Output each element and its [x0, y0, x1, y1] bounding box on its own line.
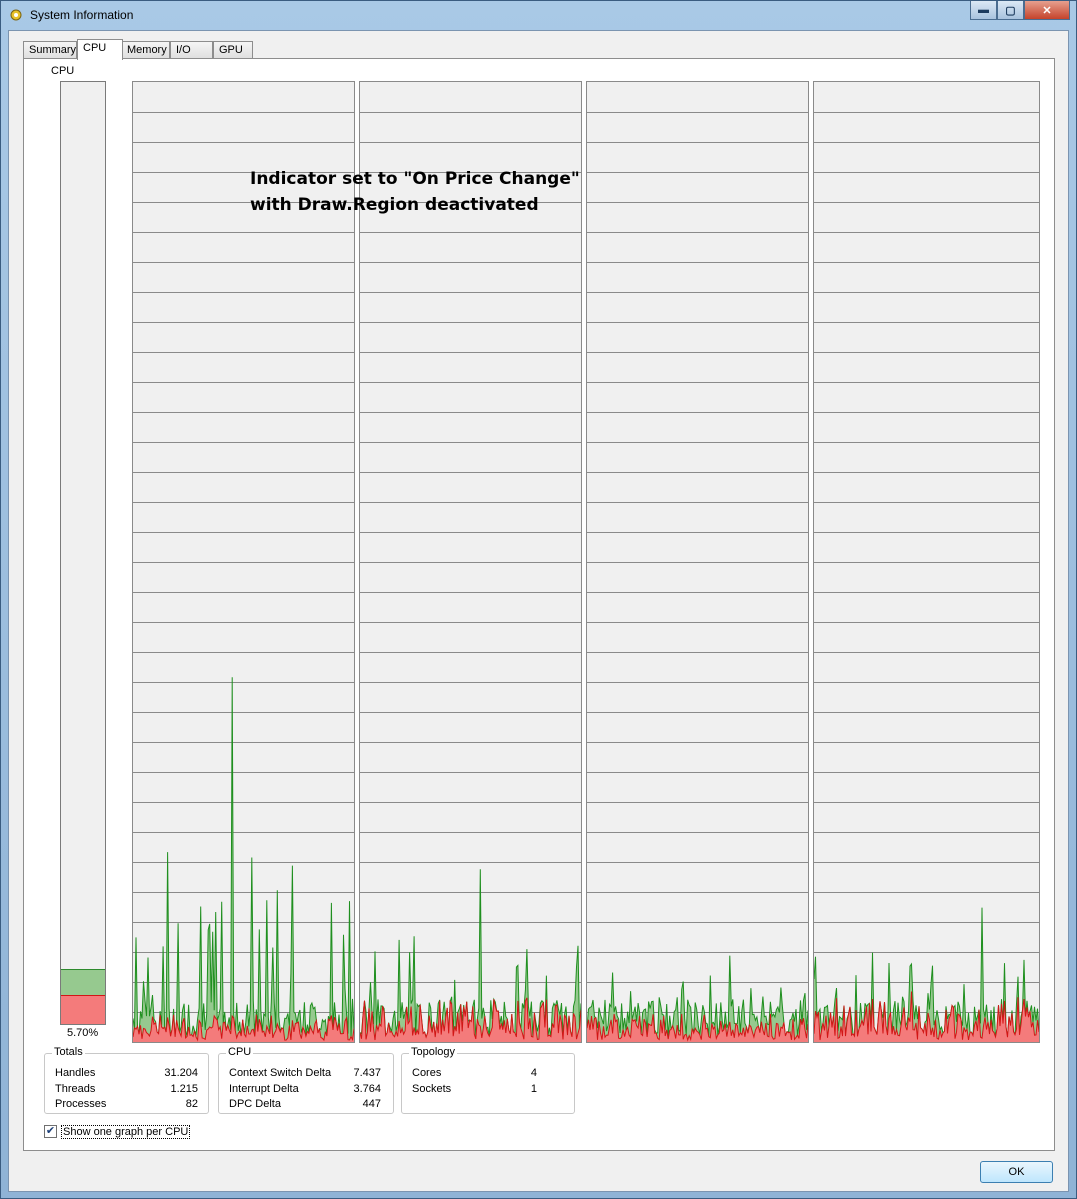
topology-title: Topology: [409, 1046, 458, 1058]
total-usage-line: [360, 869, 581, 1039]
cpu-meter-label: CPU: [51, 65, 75, 77]
interrupt-label: Interrupt Delta: [229, 1083, 299, 1095]
dpc-label: DPC Delta: [229, 1098, 281, 1110]
minimize-icon: ▬: [978, 4, 989, 16]
totals-handles-value: 31.204: [164, 1067, 198, 1079]
tab-cpu[interactable]: CPU: [77, 39, 123, 60]
context-switch-label: Context Switch Delta: [229, 1067, 332, 1079]
cpu-tab-panel: CPU 5.70% Indicator set to "On Price Cha…: [23, 58, 1055, 1151]
totals-handles-label: Handles: [55, 1067, 96, 1079]
cpu-stats-group: CPU Context Switch Delta 7.437 Interrupt…: [218, 1046, 394, 1114]
window-title: System Information: [30, 8, 134, 22]
app-icon: [10, 9, 22, 21]
close-button[interactable]: ✕: [1024, 1, 1070, 20]
cpu-meter-kernel-fill: [61, 995, 105, 1024]
annotation-line-1: Indicator set to "On Price Change": [250, 169, 580, 189]
maximize-icon: ▢: [1005, 4, 1016, 17]
tab-summary[interactable]: Summary: [23, 41, 77, 59]
cpu-graph-1-plot: [133, 112, 354, 1042]
cpu-graph-1: [132, 81, 355, 1043]
topology-group: Topology Cores 4 Sockets 1: [401, 1046, 575, 1114]
context-switch-value: 7.437: [353, 1067, 381, 1079]
cpu-graph-3: [586, 81, 809, 1043]
tab-memory[interactable]: Memory: [121, 41, 170, 59]
dpc-value: 447: [362, 1098, 381, 1110]
totals-threads-label: Threads: [55, 1083, 96, 1095]
cpu-stats-title: CPU: [226, 1046, 254, 1058]
cpu-graph-3-plot: [587, 112, 808, 1042]
cpu-usage-meter: [60, 81, 106, 1025]
ok-button[interactable]: OK: [980, 1161, 1053, 1183]
cpu-graph-2: [359, 81, 582, 1043]
dialog-client-area: Summary CPU Memory I/O GPU CPU 5.70% Ind…: [8, 30, 1069, 1192]
close-icon: ✕: [1042, 4, 1052, 17]
cpu-usage-percent: 5.70%: [67, 1027, 99, 1039]
maximize-button[interactable]: ▢: [997, 1, 1024, 20]
cpu-meter-total-fill: [61, 969, 105, 996]
cpu-graph-4: [813, 81, 1040, 1043]
totals-processes-value: 82: [185, 1098, 198, 1110]
annotation-line-2: with Draw.Region deactivated: [250, 195, 539, 215]
minimize-button[interactable]: ▬: [970, 1, 997, 20]
show-per-cpu-checkbox[interactable]: ✔: [44, 1125, 57, 1138]
caption-buttons: ▬ ▢ ✕: [970, 1, 1070, 21]
annotation-text: Indicator set to "On Price Change" with …: [250, 166, 580, 218]
cpu-graph-4-plot: [814, 112, 1039, 1042]
title-bar[interactable]: System Information ▬ ▢ ✕: [1, 1, 1076, 29]
cpu-graph-2-plot: [360, 112, 581, 1042]
tab-gpu[interactable]: GPU: [213, 41, 253, 59]
sockets-value: 1: [530, 1083, 537, 1095]
totals-threads-value: 1.215: [170, 1083, 198, 1095]
tab-io[interactable]: I/O: [170, 41, 213, 59]
totals-group: Totals Handles 31.204 Threads 1.215 Proc…: [44, 1046, 209, 1114]
show-per-cpu-label[interactable]: Show one graph per CPU: [61, 1125, 191, 1139]
cores-label: Cores: [412, 1067, 442, 1079]
system-information-window: System Information ▬ ▢ ✕ Summary CPU Mem…: [0, 0, 1077, 1199]
cores-value: 4: [530, 1067, 537, 1079]
sockets-label: Sockets: [412, 1083, 452, 1095]
interrupt-value: 3.764: [353, 1083, 381, 1095]
totals-processes-label: Processes: [55, 1098, 107, 1110]
totals-title: Totals: [52, 1046, 85, 1058]
